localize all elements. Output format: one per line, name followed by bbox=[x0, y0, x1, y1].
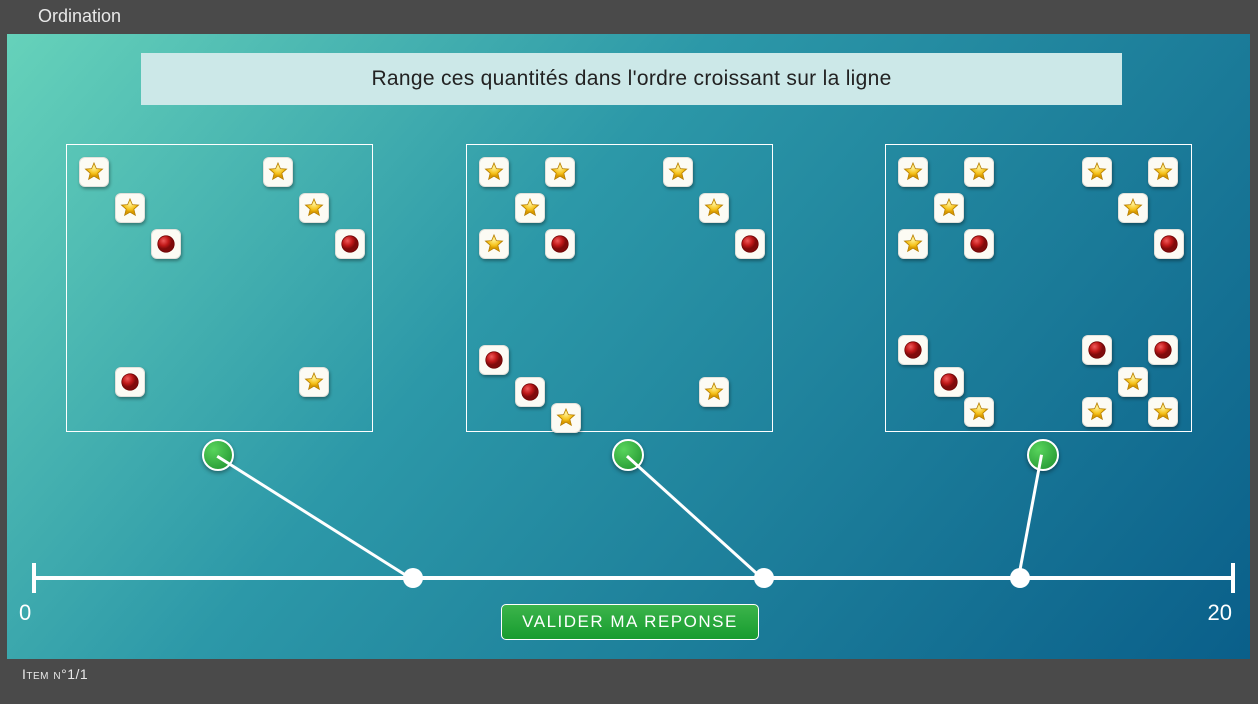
instruction-text: Range ces quantités dans l'ordre croissa… bbox=[371, 67, 891, 91]
red-circle-icon bbox=[898, 335, 928, 365]
star-icon bbox=[898, 157, 928, 187]
axis-max-label: 20 bbox=[1208, 600, 1232, 626]
star-icon bbox=[545, 157, 575, 187]
instruction-banner: Range ces quantités dans l'ordre croissa… bbox=[141, 53, 1122, 105]
quantity-card-2[interactable] bbox=[466, 144, 773, 432]
red-circle-icon bbox=[115, 367, 145, 397]
line-point-3[interactable] bbox=[1010, 568, 1030, 588]
red-circle-icon bbox=[545, 229, 575, 259]
number-line-tick-start bbox=[32, 563, 36, 593]
star-icon bbox=[79, 157, 109, 187]
star-icon bbox=[515, 193, 545, 223]
star-icon bbox=[1118, 193, 1148, 223]
star-icon bbox=[699, 193, 729, 223]
red-circle-icon bbox=[515, 377, 545, 407]
red-circle-icon bbox=[735, 229, 765, 259]
star-icon bbox=[1082, 157, 1112, 187]
star-icon bbox=[1082, 397, 1112, 427]
star-icon bbox=[551, 403, 581, 433]
star-icon bbox=[299, 367, 329, 397]
red-circle-icon bbox=[1148, 335, 1178, 365]
line-point-2[interactable] bbox=[754, 568, 774, 588]
axis-min-label: 0 bbox=[19, 600, 31, 626]
line-point-1[interactable] bbox=[403, 568, 423, 588]
star-icon bbox=[299, 193, 329, 223]
red-circle-icon bbox=[934, 367, 964, 397]
validate-button-label: VALIDER MA REPONSE bbox=[522, 612, 738, 632]
red-circle-icon bbox=[964, 229, 994, 259]
exercise-canvas: Range ces quantités dans l'ordre croissa… bbox=[7, 34, 1250, 659]
star-icon bbox=[263, 157, 293, 187]
page-title: Ordination bbox=[0, 0, 1258, 34]
connector-line bbox=[626, 455, 764, 580]
connector-line bbox=[216, 455, 413, 581]
number-line-tick-end bbox=[1231, 563, 1235, 593]
red-circle-icon bbox=[335, 229, 365, 259]
star-icon bbox=[1148, 157, 1178, 187]
number-line-axis bbox=[32, 576, 1235, 580]
star-icon bbox=[479, 229, 509, 259]
red-circle-icon bbox=[1154, 229, 1184, 259]
star-icon bbox=[964, 157, 994, 187]
star-icon bbox=[898, 229, 928, 259]
card-handle-3[interactable] bbox=[1027, 439, 1059, 471]
red-circle-icon bbox=[479, 345, 509, 375]
star-icon bbox=[479, 157, 509, 187]
quantity-card-3[interactable] bbox=[885, 144, 1192, 432]
footer-bar: Item n°1/1 bbox=[7, 659, 1250, 689]
quantity-card-1[interactable] bbox=[66, 144, 373, 432]
star-icon bbox=[1118, 367, 1148, 397]
connector-line bbox=[1017, 454, 1043, 578]
red-circle-icon bbox=[151, 229, 181, 259]
item-counter: Item n°1/1 bbox=[22, 666, 88, 682]
star-icon bbox=[934, 193, 964, 223]
star-icon bbox=[699, 377, 729, 407]
red-circle-icon bbox=[1082, 335, 1112, 365]
star-icon bbox=[663, 157, 693, 187]
star-icon bbox=[115, 193, 145, 223]
validate-button[interactable]: VALIDER MA REPONSE bbox=[501, 604, 759, 640]
star-icon bbox=[964, 397, 994, 427]
star-icon bbox=[1148, 397, 1178, 427]
